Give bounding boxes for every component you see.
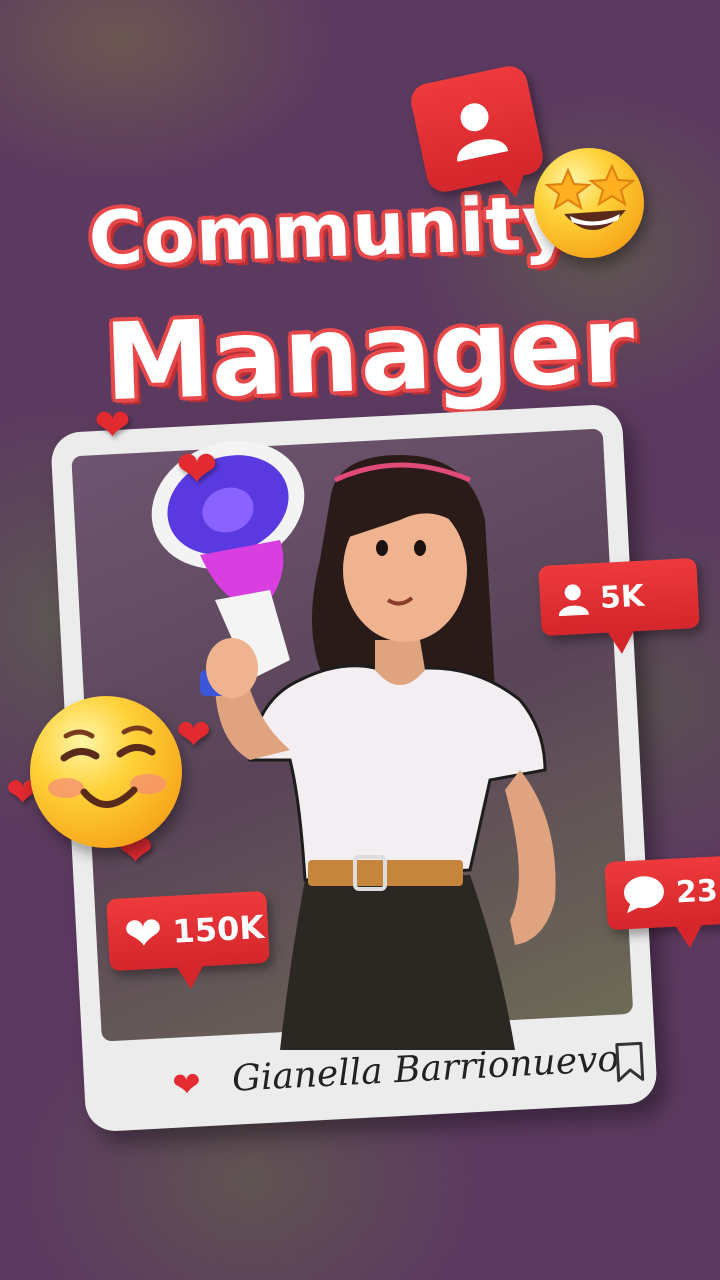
star-eyes-emoji	[534, 148, 644, 258]
heart-icon: ❤	[176, 440, 218, 498]
comment-icon	[623, 876, 664, 914]
comments-count: 23	[675, 872, 719, 911]
followers-badge: 5K	[538, 557, 700, 637]
comments-badge: 23	[604, 853, 720, 931]
heart-icon: ❤	[94, 400, 131, 451]
bookmark-icon[interactable]	[613, 1041, 647, 1087]
heart-icon: ❤	[122, 905, 164, 962]
heart-icon[interactable]: ❤	[171, 1064, 202, 1105]
likes-badge: ❤ 150K	[106, 890, 270, 972]
likes-count: 150K	[171, 908, 266, 951]
followers-count: 5K	[599, 578, 646, 616]
user-icon	[457, 103, 509, 162]
user-icon	[558, 584, 589, 617]
post-name: Gianella Barrionuevo	[231, 1038, 621, 1100]
smiling-emoji	[30, 696, 182, 848]
notification-badge-top	[407, 62, 547, 196]
